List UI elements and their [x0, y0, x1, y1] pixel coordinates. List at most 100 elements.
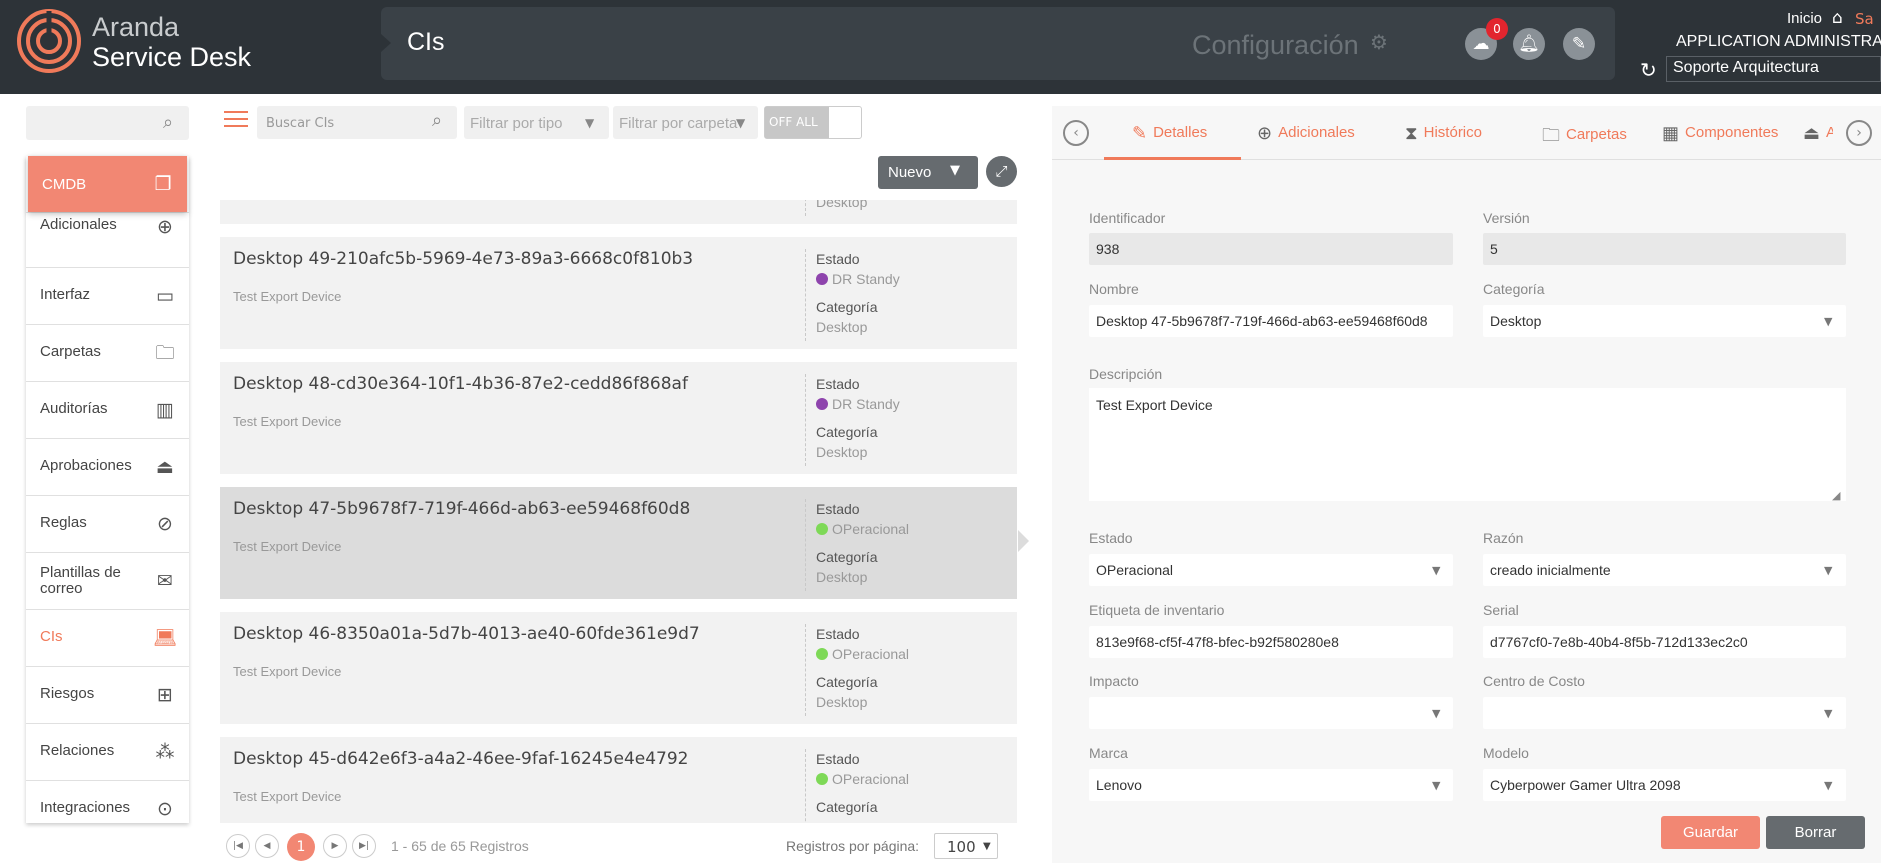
sidebar-item-label: Interfaz: [40, 286, 91, 303]
home-link[interactable]: Inicio: [1787, 10, 1822, 27]
magic-wand-icon[interactable]: ✎: [1563, 28, 1595, 60]
ci-name[interactable]: Desktop 49-210afc5b-5969-4e73-89a3-6668c…: [233, 249, 693, 269]
serial-label: Serial: [1483, 602, 1519, 618]
sidebar-item-label: Relaciones: [40, 742, 115, 759]
list-item[interactable]: Desktop 45-d642e6f3-a4a2-46ee-9faf-16245…: [220, 737, 1017, 823]
list-item[interactable]: Desktop: [220, 200, 1017, 224]
chevron-down-icon: ▼: [585, 116, 595, 130]
sidebar-item-cis[interactable]: CIs 💻︎: [26, 610, 189, 667]
sidebar-item-adicionales[interactable]: Adicionales ⊕: [26, 211, 189, 268]
chevron-down-icon: ▼: [1824, 564, 1833, 577]
estado-select[interactable]: OPeracional: [1089, 554, 1453, 586]
ci-description: Test Export Device: [233, 789, 342, 804]
chevron-right-icon[interactable]: ›: [1846, 120, 1872, 146]
tab-adicionales[interactable]: ⊕ Adicionales: [1257, 123, 1355, 144]
list-item-selected[interactable]: Desktop 47-5b9678f7-719f-466d-ab63-ee594…: [220, 487, 1017, 599]
categoria-select[interactable]: Desktop: [1483, 305, 1846, 337]
chevron-down-icon[interactable]: ▼: [950, 163, 960, 178]
tab-aprobaciones[interactable]: ⏏ A: [1803, 123, 1833, 144]
tab-historico[interactable]: ⧗ Histórico: [1405, 123, 1482, 144]
sidebar-item-label: Auditorías: [40, 400, 108, 417]
first-page-button[interactable]: |◀: [226, 834, 250, 858]
ci-category: Desktop: [816, 200, 868, 210]
folder-icon: 🗀︎: [1542, 125, 1560, 145]
centro-costo-select[interactable]: [1483, 697, 1846, 729]
chevron-down-icon: ▼: [1432, 564, 1441, 577]
home-icon[interactable]: ⌂: [1832, 8, 1843, 28]
modelo-select[interactable]: Cyberpower Gamer Ultra 2098: [1483, 769, 1846, 801]
status-dot-icon: [816, 648, 828, 660]
sidebar-item-label: Plantillas de correo: [40, 564, 121, 597]
status-dot-icon: [816, 273, 828, 285]
configuration-link[interactable]: Configuración: [1192, 30, 1359, 61]
sidebar-item-label: Aprobaciones: [40, 457, 132, 474]
chevron-down-icon: ▼: [1432, 779, 1441, 792]
sidebar-item-integraciones[interactable]: Integraciones ⊙: [26, 781, 189, 823]
ci-name[interactable]: Desktop 47-5b9678f7-719f-466d-ab63-ee594…: [233, 499, 690, 519]
tab-label: Histórico: [1423, 124, 1482, 141]
razon-select[interactable]: creado inicialmente: [1483, 554, 1846, 586]
tab-componentes[interactable]: ▦ Componentes: [1662, 123, 1778, 144]
sidebar-item-interfaz[interactable]: Interfaz ▭: [26, 268, 189, 325]
category-label: Categoría: [816, 674, 878, 690]
marca-select[interactable]: Lenovo: [1089, 769, 1453, 801]
tab-label: Detalles: [1153, 124, 1208, 141]
bell-icon[interactable]: 🔔︎: [1513, 28, 1545, 60]
nombre-field[interactable]: Desktop 47-5b9678f7-719f-466d-ab63-ee594…: [1089, 305, 1453, 337]
prev-page-button[interactable]: ◀: [255, 834, 279, 858]
sidebar-item-relaciones[interactable]: Relaciones ⁂: [26, 724, 189, 781]
sidebar-item-cmdb[interactable]: CMDB ❐: [28, 156, 187, 212]
sidebar-item-plantillas[interactable]: Plantillas de correo ✉: [26, 553, 189, 610]
impacto-select[interactable]: [1089, 697, 1453, 729]
project-selector[interactable]: Soporte Arquitectura: [1666, 56, 1881, 82]
delete-button[interactable]: Borrar: [1766, 816, 1865, 849]
next-page-button[interactable]: ▶: [323, 834, 347, 858]
title-notch: [381, 34, 391, 52]
monitor-icon: ▭: [156, 285, 174, 307]
sidebar-item-label: Riesgos: [40, 685, 95, 702]
current-page[interactable]: 1: [287, 833, 315, 861]
refresh-icon[interactable]: ↻: [1640, 58, 1657, 82]
sidebar-item-label: Carpetas: [40, 343, 101, 360]
tab-carpetas[interactable]: 🗀︎ Carpetas: [1542, 123, 1627, 153]
chevron-down-icon: ▼: [1824, 315, 1833, 328]
expand-icon[interactable]: ⤢: [986, 156, 1017, 187]
search-placeholder: Buscar CIs: [266, 116, 335, 131]
tab-detalles[interactable]: ✎ Detalles: [1132, 123, 1207, 144]
descripcion-textarea[interactable]: Test Export Device: [1089, 388, 1846, 501]
chevron-left-icon[interactable]: ‹: [1063, 120, 1089, 146]
search-icon[interactable]: ⌕: [432, 110, 442, 131]
logout-link[interactable]: Sa: [1855, 10, 1874, 28]
etiqueta-field[interactable]: 813e9f68-cf5f-47f8-bfec-b92f580280e8: [1089, 626, 1453, 658]
list-item[interactable]: Desktop 48-cd30e364-10f1-4b36-87e2-cedd8…: [220, 362, 1017, 474]
ci-description: Test Export Device: [233, 539, 342, 554]
ci-category: Desktop: [816, 319, 868, 335]
sidebar-item-label: CMDB: [42, 176, 87, 193]
plus-circle-icon: ⊕: [157, 216, 173, 238]
search-icon[interactable]: ⌕: [163, 112, 173, 133]
ci-description: Test Export Device: [233, 289, 342, 304]
last-page-button[interactable]: ▶|: [352, 834, 376, 858]
ci-name[interactable]: Desktop 46-8350a01a-5d7b-4013-ae40-60fde…: [233, 624, 700, 644]
razon-label: Razón: [1483, 530, 1524, 546]
ci-name[interactable]: Desktop 48-cd30e364-10f1-4b36-87e2-cedd8…: [233, 374, 688, 394]
sidebar-item-riesgos[interactable]: Riesgos ⊞: [26, 667, 189, 724]
serial-field[interactable]: d7767cf0-7e8b-40b4-8f5b-712d133ec2c0: [1483, 626, 1846, 658]
list-item[interactable]: Desktop 49-210afc5b-5969-4e73-89a3-6668c…: [220, 237, 1017, 349]
modelo-label: Modelo: [1483, 745, 1529, 761]
list-item[interactable]: Desktop 46-8350a01a-5d7b-4013-ae40-60fde…: [220, 612, 1017, 724]
status-badge: DR Standy: [816, 271, 900, 287]
sidebar-item-reglas[interactable]: Reglas ⊘: [26, 496, 189, 553]
sidebar-item-label: Integraciones: [40, 799, 131, 816]
toggle-label: OFF ALL: [765, 107, 829, 138]
menu-toggle-icon[interactable]: [224, 111, 248, 129]
sidebar-item-carpetas[interactable]: Carpetas 🗀︎: [26, 325, 189, 382]
page-title: CIs: [407, 28, 445, 56]
resize-handle-icon[interactable]: ◢: [1832, 489, 1840, 502]
sidebar-item-aprobaciones[interactable]: Aprobaciones ⏏: [26, 439, 189, 496]
sidebar-item-auditorias[interactable]: Auditorías ▥: [26, 382, 189, 439]
ci-name[interactable]: Desktop 45-d642e6f3-a4a2-46ee-9faf-16245…: [233, 749, 689, 769]
save-button[interactable]: Guardar: [1661, 816, 1760, 849]
status-label: Estado: [816, 251, 860, 267]
new-ci-button[interactable]: Nuevo: [878, 156, 978, 189]
